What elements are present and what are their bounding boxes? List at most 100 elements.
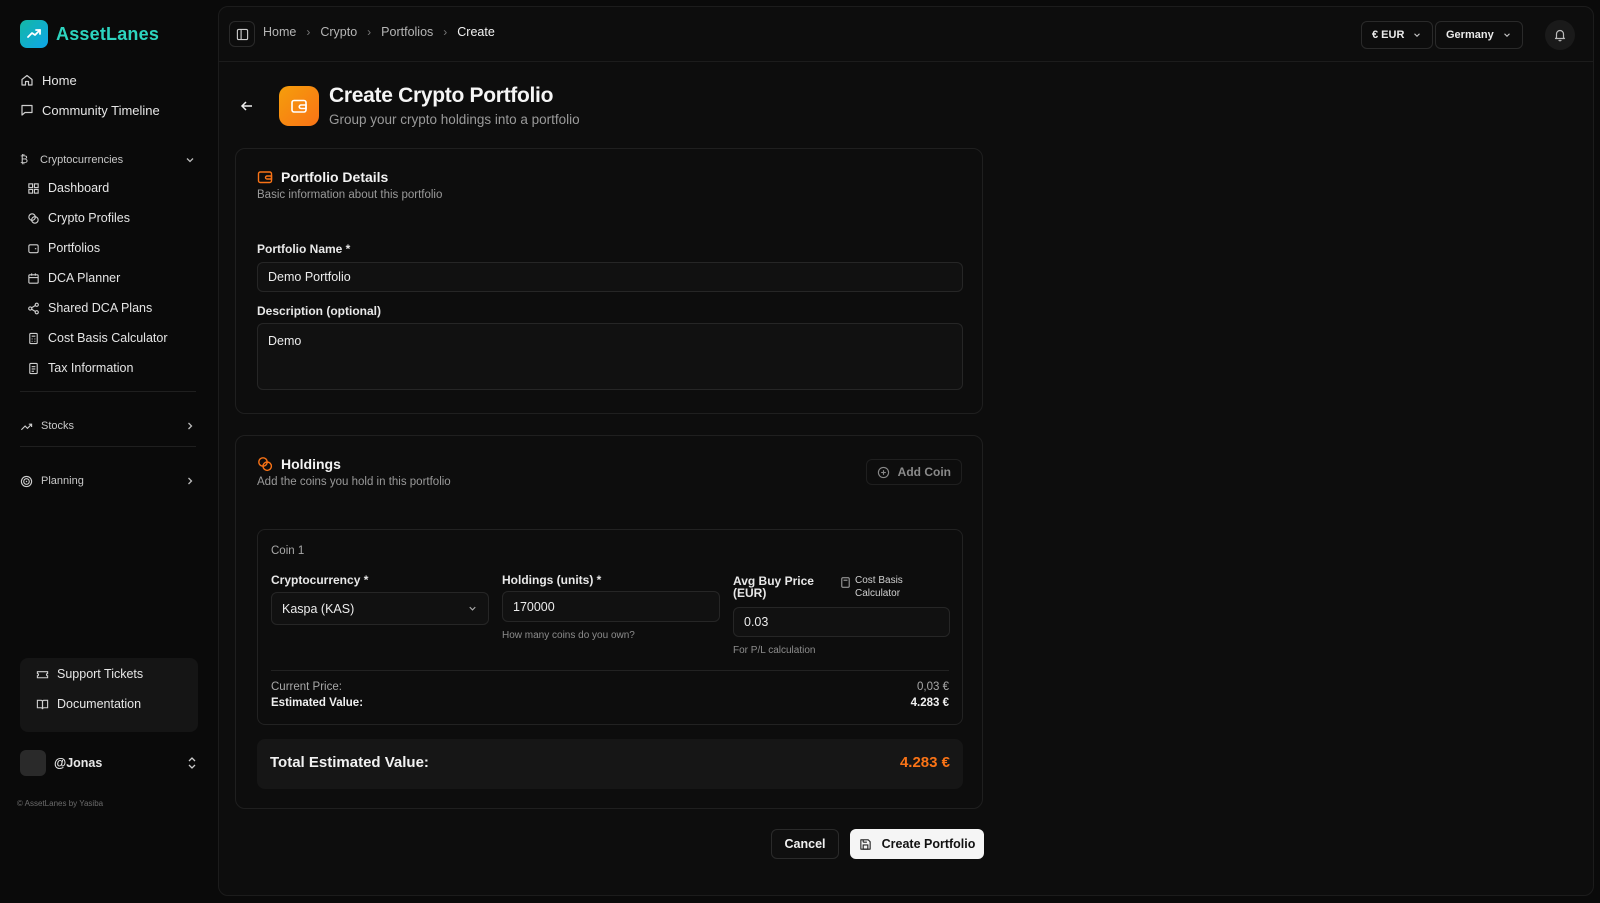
sidebar-item-shared-dca-plans[interactable]: Shared DCA Plans [27, 298, 152, 318]
calendar-icon [28, 272, 39, 284]
brand-name: AssetLanes [56, 23, 160, 44]
sidebar-item-dashboard[interactable]: Dashboard [27, 178, 109, 198]
breadcrumb-home[interactable]: Home [263, 25, 296, 39]
breadcrumb-separator: › [306, 25, 311, 39]
sidebar: AssetLanes Home Community Timeline ₿ Cry… [0, 0, 218, 903]
notifications-button[interactable] [1545, 20, 1575, 50]
sidebar-item-label: Dashboard [48, 181, 110, 195]
holdings-units-input[interactable]: 170000 [502, 591, 720, 622]
breadcrumb-crypto[interactable]: Crypto [320, 25, 357, 39]
add-coin-label: Add Coin [897, 465, 951, 479]
page-title: Create Crypto Portfolio [329, 84, 554, 107]
avatar [20, 750, 46, 776]
breadcrumb-portfolios[interactable]: Portfolios [381, 25, 433, 39]
sidebar-item-community-timeline[interactable]: Community Timeline [20, 100, 160, 120]
sidebar-item-home[interactable]: Home [20, 70, 77, 90]
trending-up-icon [20, 423, 33, 430]
sidebar-item-label: Crypto Profiles [48, 211, 130, 225]
wallet-icon [28, 243, 39, 253]
user-menu[interactable]: @Jonas [20, 749, 198, 777]
chevron-down-icon [469, 606, 476, 611]
support-panel: Support Tickets Documentation [20, 658, 198, 732]
calculator-icon [29, 332, 38, 344]
cost-basis-calculator-label: Cost Basis Calculator [855, 575, 903, 599]
portfolio-details-card: Portfolio Details Basic information abou… [235, 148, 983, 414]
sidebar-item-label: Documentation [57, 697, 142, 711]
bell-icon [1554, 29, 1566, 42]
portfolio-name-label: Portfolio Name * [257, 242, 351, 256]
holdings-units-label: Holdings (units) * [502, 573, 602, 587]
bitcoin-icon: ₿ [20, 154, 29, 166]
receipt-icon [29, 362, 38, 374]
ticket-icon [36, 670, 49, 678]
total-estimated-label: Total Estimated Value: [270, 754, 429, 771]
card-subtitle: Add the coins you hold in this portfolio [257, 476, 451, 488]
country-select[interactable]: Germany [1435, 21, 1523, 49]
book-icon [36, 699, 49, 709]
cryptocurrency-select[interactable]: Kaspa (KAS) [271, 592, 489, 625]
sidebar-item-crypto-profiles[interactable]: Crypto Profiles [27, 208, 130, 228]
avg-buy-price-input[interactable]: 0.03 [733, 607, 950, 637]
sidebar-item-documentation[interactable]: Documentation [36, 697, 141, 711]
chevron-right-icon [188, 477, 193, 485]
currency-select[interactable]: € EUR [1361, 21, 1434, 49]
sidebar-toggle-button[interactable] [229, 21, 255, 47]
plus-circle-icon [877, 466, 889, 478]
sidebar-item-cost-basis-calculator[interactable]: Cost Basis Calculator [27, 328, 168, 348]
chevron-down-icon [1503, 33, 1510, 38]
arrow-left-icon[interactable] [239, 98, 255, 114]
avg-buy-price-hint: For P/L calculation [733, 645, 816, 656]
cost-basis-calculator-link[interactable]: Cost Basis Calculator [841, 574, 915, 600]
cryptocurrency-value: Kaspa (KAS) [282, 601, 355, 616]
breadcrumb-current: Create [457, 25, 495, 39]
coin-divider [271, 670, 949, 671]
sidebar-item-label: Portfolios [48, 241, 101, 255]
cancel-button[interactable]: Cancel [771, 829, 839, 859]
card-title-text: Holdings [281, 456, 341, 472]
sidebar-item-label: Cost Basis Calculator [48, 331, 168, 345]
chevron-down-icon [1414, 33, 1421, 38]
add-coin-button[interactable]: Add Coin [865, 459, 962, 485]
holdings-units-hint: How many coins do you own? [502, 630, 635, 641]
card-title: Portfolio Details [257, 169, 388, 185]
description-label: Description (optional) [257, 304, 381, 318]
brand[interactable]: AssetLanes [20, 20, 159, 48]
user-handle: @Jonas [54, 756, 103, 770]
holdings-card: Holdings Add the coins you hold in this … [235, 435, 983, 809]
main-content: Home › Crypto › Portfolios › Create € EU… [218, 6, 1594, 896]
card-subtitle: Basic information about this portfolio [257, 189, 443, 201]
sidebar-divider [20, 446, 196, 447]
sidebar-item-portfolios[interactable]: Portfolios [27, 238, 100, 258]
portfolio-name-input[interactable]: Demo Portfolio [257, 262, 963, 292]
page-subtitle: Group your crypto holdings into a portfo… [329, 112, 580, 127]
coin-entry-title: Coin 1 [271, 545, 305, 557]
logo-trend-icon [20, 20, 48, 48]
share-icon [28, 302, 39, 314]
group-label: Stocks [41, 420, 75, 432]
current-price-label: Current Price: [271, 681, 342, 693]
sidebar-group-stocks[interactable]: Stocks [20, 417, 196, 435]
sidebar-group-cryptocurrencies[interactable]: ₿ Cryptocurrencies [20, 151, 196, 169]
cryptocurrency-label: Cryptocurrency * [271, 573, 369, 587]
sidebar-item-tax-information[interactable]: Tax Information [27, 358, 133, 378]
message-icon [21, 104, 33, 116]
chevron-right-icon [188, 422, 193, 430]
save-icon [859, 838, 871, 850]
sidebar-item-label: Support Tickets [57, 667, 144, 681]
grid-icon [28, 182, 39, 194]
breadcrumb-separator: › [367, 25, 372, 39]
sidebar-item-support-tickets[interactable]: Support Tickets [36, 667, 143, 681]
estimated-value: 4.283 € [910, 697, 949, 709]
estimated-value-label: Estimated Value: [271, 697, 364, 709]
sidebar-item-label: Home [42, 72, 77, 88]
total-estimated-panel: Total Estimated Value: 4.283 € [257, 739, 963, 789]
wallet-icon [257, 171, 273, 184]
sidebar-group-planning[interactable]: Planning [20, 472, 196, 490]
panel-left-icon [236, 28, 248, 40]
sidebar-item-dca-planner[interactable]: DCA Planner [27, 268, 120, 288]
create-portfolio-button[interactable]: Create Portfolio [850, 829, 984, 859]
description-textarea[interactable]: Demo [257, 323, 963, 390]
country-value: Germany [1446, 29, 1494, 41]
coins-icon [28, 212, 39, 224]
target-icon [20, 475, 33, 487]
